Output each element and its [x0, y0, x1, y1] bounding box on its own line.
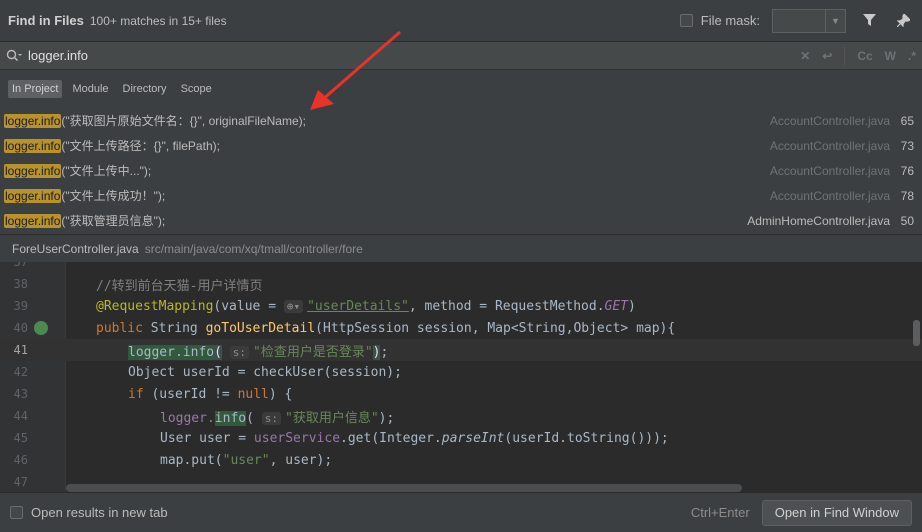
filter-icon[interactable]: [858, 10, 880, 32]
result-line: 65: [900, 113, 914, 128]
code-text: map.put("user", user);: [160, 452, 333, 468]
scope-directory[interactable]: Directory: [119, 80, 171, 98]
code-text: public String goToUserDetail(HttpSession…: [96, 320, 676, 336]
header-controls: File mask: ▼: [679, 8, 914, 33]
match-count: 100+ matches in 15+ files: [89, 13, 227, 28]
result-line: 76: [900, 163, 914, 178]
dialog-title: Find in Files: [8, 13, 84, 28]
code-line-current: 41 logger.info( s: "检查用户是否登录");: [0, 339, 922, 361]
line-number: 41: [13, 343, 28, 357]
result-line: 73: [900, 138, 914, 153]
match-highlight: logger.info: [4, 213, 62, 228]
code-text: @RequestMapping(value = ⊕▾ "userDetails",…: [96, 298, 636, 314]
whole-words-toggle[interactable]: W: [885, 49, 896, 63]
result-file: AccountController.java: [769, 113, 890, 128]
result-file: AccountController.java: [769, 188, 890, 203]
code-line: 46 map.put("user", user);: [0, 449, 922, 471]
code-line: 40 public String goToUserDetail(HttpSess…: [0, 317, 922, 339]
scope-tabs: In Project Module Directory Scope: [0, 70, 922, 108]
result-text: ("文件上传中...");: [61, 164, 152, 178]
gutter-run-icon[interactable]: [34, 321, 48, 335]
web-icon: ⊕▾: [283, 299, 304, 313]
line-number: 47: [13, 475, 28, 489]
line-number: 40: [13, 321, 28, 335]
scope-scope[interactable]: Scope: [177, 80, 216, 98]
line-number: 42: [13, 365, 28, 379]
line-number: 38: [13, 277, 28, 291]
new-tab-label: Open results in new tab: [31, 505, 168, 520]
line-number: 43: [13, 387, 28, 401]
preview-file-bar: ForeUserController.java src/main/java/co…: [0, 234, 922, 262]
search-bar: ✕ ↩ Cc W .*: [0, 42, 922, 70]
result-row[interactable]: logger.info ("文件上传成功！"); AccountControll…: [0, 183, 922, 208]
result-text: ("文件上传路径：{}", filePath);: [61, 139, 220, 153]
dialog-footer: Open results in new tab Ctrl+Enter Open …: [0, 492, 922, 532]
open-in-find-window-button[interactable]: Open in Find Window: [761, 499, 912, 526]
code-text: User user = userService.get(Integer.pars…: [160, 430, 669, 446]
search-icon[interactable]: [6, 49, 24, 63]
result-line: 50: [900, 213, 914, 228]
code-line: 44 logger.info( s: "获取用户信息");: [0, 405, 922, 427]
newline-icon[interactable]: ↩: [822, 49, 832, 63]
result-file: AdminHomeController.java: [747, 213, 890, 228]
pin-icon[interactable]: [892, 10, 914, 32]
line-number: 37: [13, 262, 28, 269]
result-text: ("获取图片原始文件名：{}", originalFileName);: [61, 114, 306, 128]
code-text: //转到前台天猫-用户详情页: [96, 278, 263, 294]
vertical-scrollbar[interactable]: [913, 320, 920, 346]
match-highlight: logger.info: [4, 188, 62, 203]
preview-file-path: src/main/java/com/xq/tmall/controller/fo…: [144, 241, 363, 256]
code-line: 43 if (userId != null) {: [0, 383, 922, 405]
search-input[interactable]: [28, 48, 668, 63]
match-highlight: logger.info: [4, 138, 62, 153]
clear-icon[interactable]: ✕: [800, 49, 810, 63]
code-line: 37: [0, 262, 922, 273]
code-text: logger.info( s: "获取用户信息");: [160, 410, 395, 426]
file-mask-checkbox[interactable]: [679, 14, 693, 27]
line-number: 45: [13, 431, 28, 445]
result-row[interactable]: logger.info ("文件上传路径：{}", filePath); Acc…: [0, 133, 922, 158]
search-options: ✕ ↩ Cc W .*: [800, 46, 916, 65]
result-row[interactable]: logger.info ("获取图片原始文件名：{}", originalFil…: [0, 108, 922, 133]
result-text: ("获取管理员信息");: [61, 214, 166, 228]
match-highlight: logger.info: [4, 163, 62, 178]
match-highlight: logger.info: [4, 113, 62, 128]
result-file: AccountController.java: [769, 138, 890, 153]
code-line: 38 //转到前台天猫-用户详情页: [0, 273, 922, 295]
code-line: 39 @RequestMapping(value = ⊕▾ "userDetail…: [0, 295, 922, 317]
code-line: 42 Object userId = checkUser(session);: [0, 361, 922, 383]
result-row[interactable]: logger.info ("获取管理员信息"); AdminHomeContro…: [0, 208, 922, 233]
file-mask-label: File mask:: [700, 13, 760, 28]
code-text: if (userId != null) {: [128, 386, 293, 402]
code-line: 45 User user = userService.get(Integer.p…: [0, 427, 922, 449]
code-text: Object userId = checkUser(session);: [128, 364, 402, 380]
divider: [844, 46, 846, 65]
match-case-toggle[interactable]: Cc: [857, 49, 872, 63]
scope-module[interactable]: Module: [68, 80, 112, 98]
line-number: 39: [13, 299, 28, 313]
new-tab-checkbox[interactable]: [10, 506, 23, 519]
code-text: logger.info( s: "检查用户是否登录");: [128, 344, 389, 360]
scope-in-project[interactable]: In Project: [8, 80, 63, 98]
result-line: 78: [900, 188, 914, 203]
find-header: Find in Files 100+ matches in 15+ files …: [0, 0, 922, 42]
line-number: 46: [13, 453, 28, 467]
results-list: logger.info ("获取图片原始文件名：{}", originalFil…: [0, 108, 922, 234]
preview-file-name: ForeUserController.java: [12, 241, 139, 256]
chevron-down-icon[interactable]: ▼: [825, 9, 845, 32]
regex-icon[interactable]: .*: [908, 49, 916, 63]
shortcut-hint: Ctrl+Enter: [690, 505, 750, 520]
horizontal-scrollbar[interactable]: [66, 484, 742, 492]
result-file: AccountController.java: [769, 163, 890, 178]
result-row[interactable]: logger.info ("文件上传中..."); AccountControl…: [0, 158, 922, 183]
line-number: 44: [13, 409, 28, 423]
result-text: ("文件上传成功！");: [61, 189, 166, 203]
code-preview[interactable]: 37 38 //转到前台天猫-用户详情页 39 @RequestMapping(…: [0, 262, 922, 492]
file-mask-combo[interactable]: ▼: [772, 8, 846, 33]
